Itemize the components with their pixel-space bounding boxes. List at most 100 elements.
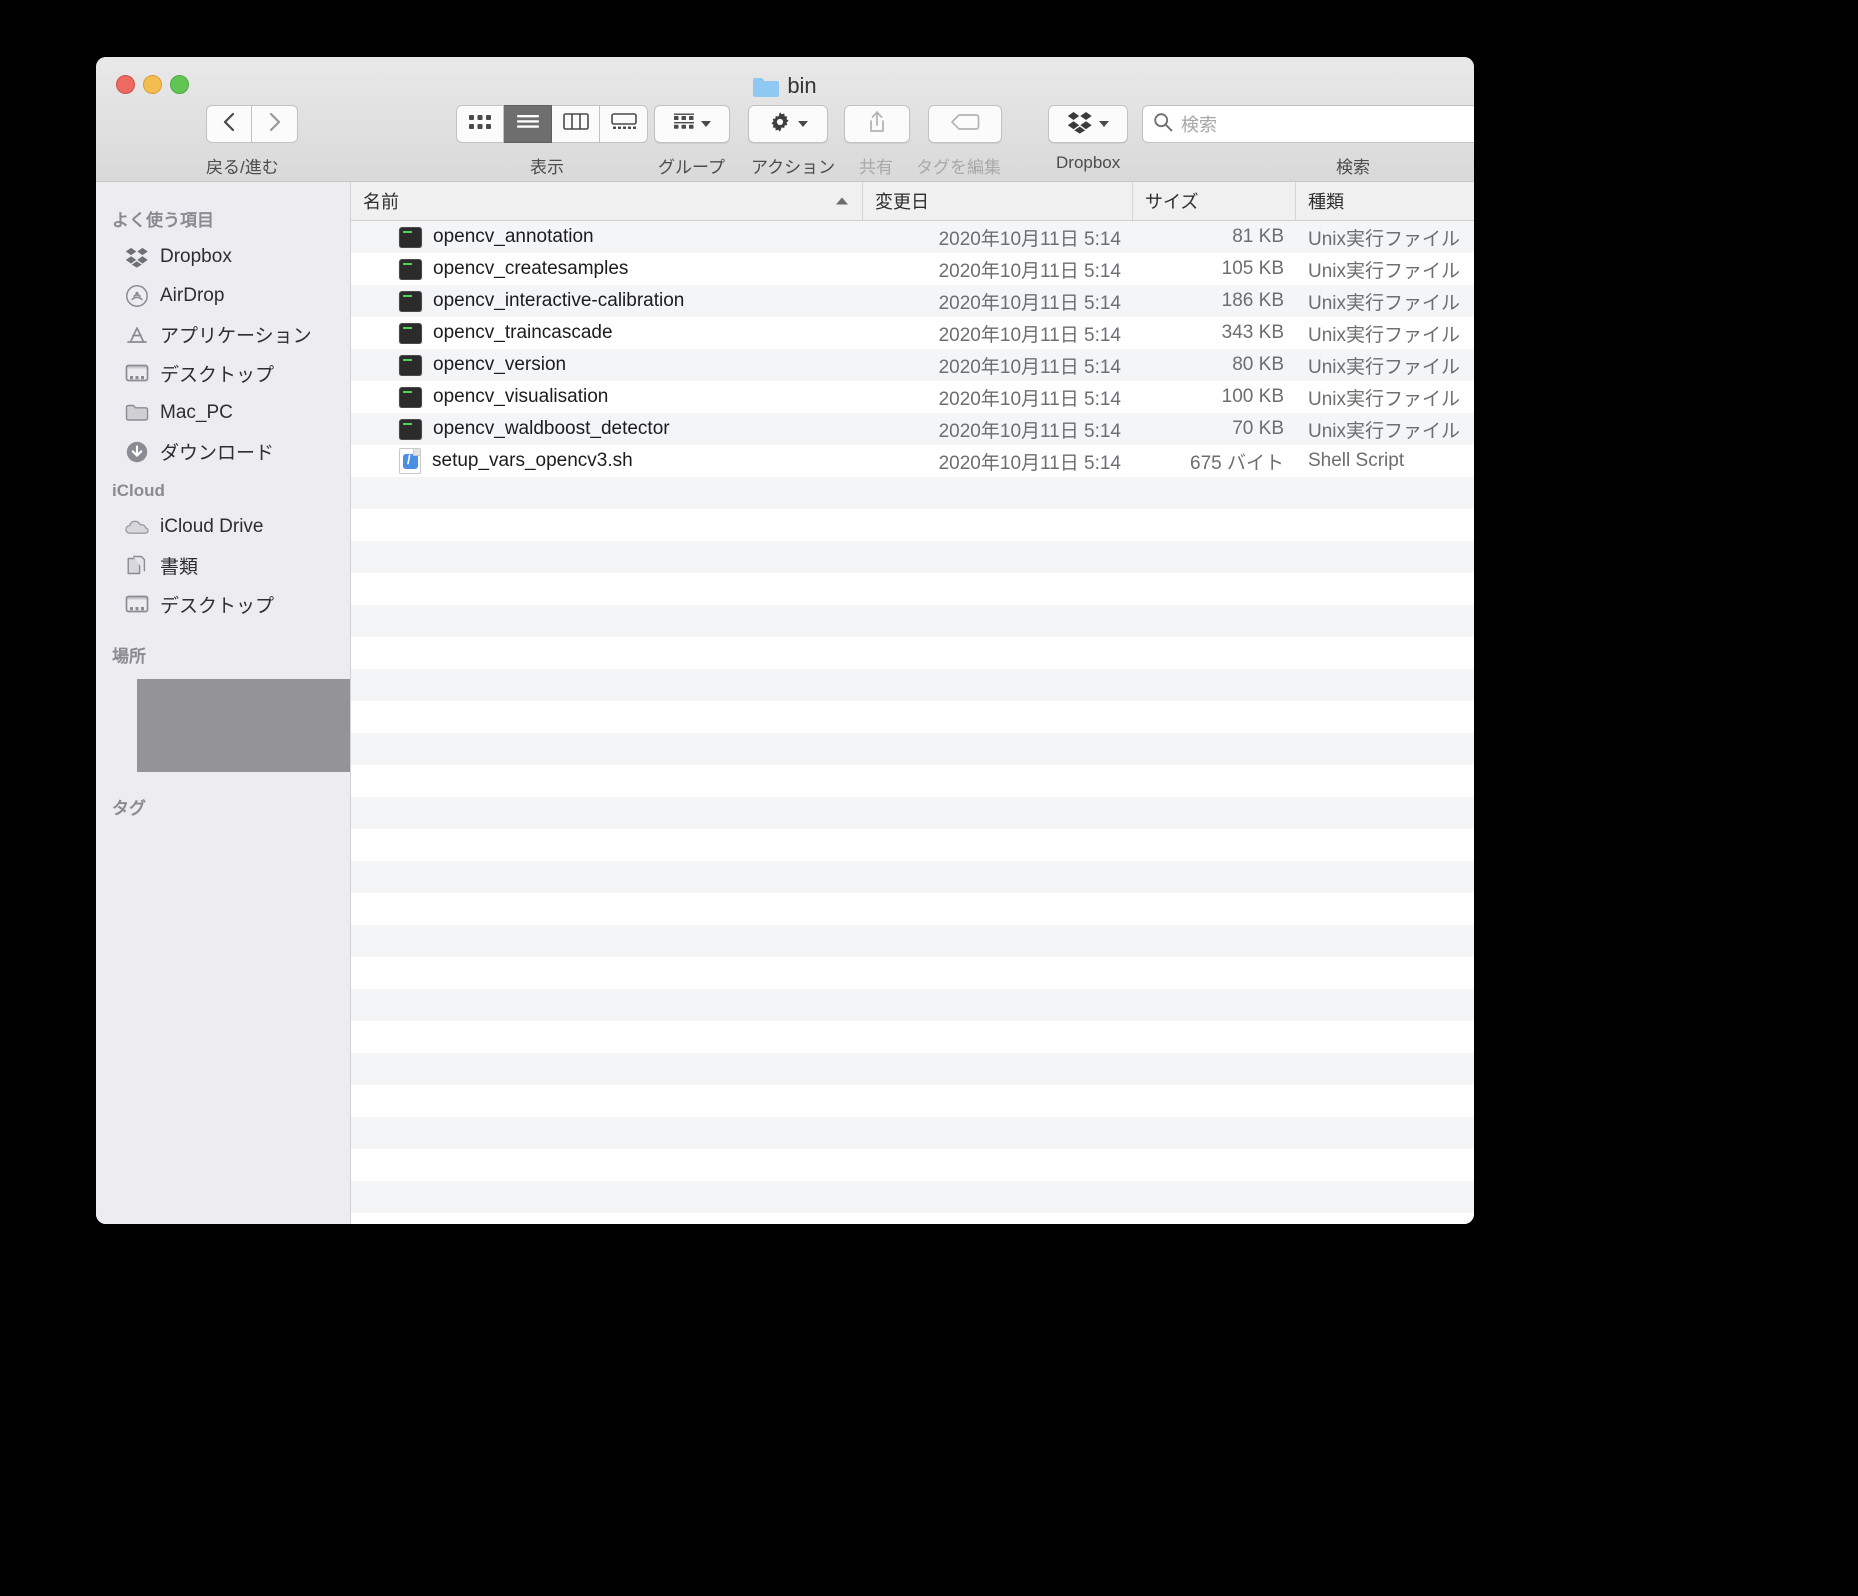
sidebar-item-documents[interactable]: 書類 bbox=[96, 546, 350, 585]
search-label: 検索 bbox=[1336, 158, 1370, 177]
unix-executable-icon bbox=[399, 354, 422, 376]
tags-label: タグを編集 bbox=[916, 158, 1001, 177]
search-placeholder: 検索 bbox=[1181, 115, 1217, 135]
group-button[interactable] bbox=[654, 105, 730, 143]
window-title: bin bbox=[96, 73, 1474, 99]
gallery-view-button[interactable] bbox=[600, 105, 648, 143]
file-date-cell: 2020年10月11日 5:14 bbox=[938, 228, 1121, 250]
file-name-text: opencv_annotation bbox=[433, 226, 594, 247]
file-size-cell: 343 KB bbox=[1221, 322, 1284, 343]
file-name-cell: opencv_interactive-calibration bbox=[351, 290, 863, 312]
table-row[interactable]: opencv_interactive-calibration 2020年10月11… bbox=[351, 285, 1474, 317]
file-name-text: opencv_createsamples bbox=[433, 258, 629, 279]
file-kind-cell: Unix実行ファイル bbox=[1308, 260, 1461, 282]
downloads-icon bbox=[124, 439, 150, 465]
empty-row bbox=[351, 989, 1474, 1021]
file-name-cell: setup_vars_opencv3.sh bbox=[351, 448, 863, 474]
sidebar-item-label: 書類 bbox=[160, 557, 199, 578]
file-name-text: opencv_traincascade bbox=[433, 322, 613, 343]
file-size-cell: 81 KB bbox=[1232, 226, 1284, 247]
empty-row bbox=[351, 573, 1474, 605]
window-title-text: bin bbox=[787, 73, 817, 98]
empty-row bbox=[351, 829, 1474, 861]
sidebar-item-desktop-icloud[interactable]: デスクトップ bbox=[96, 585, 350, 624]
file-name-text: opencv_waldboost_detector bbox=[433, 418, 670, 439]
unix-executable-icon bbox=[399, 386, 422, 408]
sidebar-section-favorites: よく使う項目 bbox=[112, 211, 214, 230]
sidebar-item-dropbox[interactable]: Dropbox bbox=[96, 237, 350, 276]
unix-executable-icon bbox=[399, 322, 422, 344]
file-kind-cell: Unix実行ファイル bbox=[1308, 324, 1461, 346]
icon-view-icon bbox=[468, 114, 492, 135]
empty-row bbox=[351, 477, 1474, 509]
sidebar-item-label: Dropbox bbox=[160, 245, 232, 267]
icon-view-button[interactable] bbox=[456, 105, 504, 143]
gallery-view-icon bbox=[610, 113, 637, 135]
file-date-cell: 2020年10月11日 5:14 bbox=[938, 452, 1121, 474]
sidebar-section-tags: タグ bbox=[112, 799, 146, 818]
empty-row bbox=[351, 541, 1474, 573]
action-button[interactable] bbox=[748, 105, 828, 143]
file-kind-cell: Unix実行ファイル bbox=[1308, 292, 1461, 314]
share-icon bbox=[867, 110, 887, 139]
sidebar-section-locations: 場所 bbox=[112, 647, 146, 666]
unix-executable-icon bbox=[399, 290, 422, 312]
file-date-cell: 2020年10月11日 5:14 bbox=[938, 420, 1121, 442]
sidebar-item-mac-pc[interactable]: Mac_PC bbox=[96, 393, 350, 432]
table-row[interactable]: opencv_waldboost_detector 2020年10月11日 5:1… bbox=[351, 413, 1474, 445]
sidebar-item-airdrop[interactable]: AirDrop bbox=[96, 276, 350, 315]
dropbox-button[interactable] bbox=[1048, 105, 1128, 143]
sidebar-section-icloud: iCloud bbox=[112, 481, 165, 500]
column-view-button[interactable] bbox=[552, 105, 600, 143]
table-row[interactable]: opencv_createsamples 2020年10月11日 5:14 105 … bbox=[351, 253, 1474, 285]
file-name-cell: opencv_version bbox=[351, 354, 863, 376]
file-name-text: setup_vars_opencv3.sh bbox=[432, 450, 633, 471]
sidebar-item-desktop[interactable]: デスクトップ bbox=[96, 354, 350, 393]
chevron-right-icon bbox=[268, 111, 282, 138]
sidebar-item-label: Mac_PC bbox=[160, 401, 233, 423]
table-row[interactable]: setup_vars_opencv3.sh 2020年10月11日 5:14 675… bbox=[351, 445, 1474, 477]
empty-row bbox=[351, 1021, 1474, 1053]
file-kind-cell: Unix実行ファイル bbox=[1308, 228, 1461, 250]
file-name-cell: opencv_traincascade bbox=[351, 322, 863, 344]
tag-icon bbox=[950, 112, 980, 137]
column-header-kind[interactable]: 種類 bbox=[1296, 182, 1474, 220]
unix-executable-icon bbox=[399, 226, 422, 248]
list-view-button[interactable] bbox=[504, 105, 552, 143]
file-size-cell: 186 KB bbox=[1221, 290, 1284, 311]
column-header-name[interactable]: 名前 bbox=[351, 182, 863, 220]
forward-button[interactable] bbox=[252, 105, 298, 143]
empty-row bbox=[351, 765, 1474, 797]
share-button[interactable] bbox=[844, 105, 910, 143]
sidebar-item-applications[interactable]: アプリケーション bbox=[96, 315, 350, 354]
sidebar-item-icloud-drive[interactable]: iCloud Drive bbox=[96, 507, 350, 546]
unix-executable-icon bbox=[399, 258, 422, 280]
dropbox-label: Dropbox bbox=[1056, 153, 1121, 172]
airdrop-icon bbox=[124, 283, 150, 309]
column-header-date[interactable]: 変更日 bbox=[863, 182, 1133, 220]
table-row[interactable]: opencv_version 2020年10月11日 5:14 80 KB Unix実… bbox=[351, 349, 1474, 381]
file-date-cell: 2020年10月11日 5:14 bbox=[938, 388, 1121, 410]
sidebar-item-label: AirDrop bbox=[160, 284, 225, 306]
folder-icon bbox=[124, 400, 150, 426]
empty-row bbox=[351, 1181, 1474, 1213]
shell-script-icon bbox=[399, 448, 421, 474]
sidebar-item-downloads[interactable]: ダウンロード bbox=[96, 432, 350, 471]
gear-icon bbox=[768, 110, 792, 139]
search-field[interactable]: 検索 bbox=[1142, 105, 1474, 143]
window-titlebar: bin 検索 戻る/進む 表示 グループ アクション 共有 タグを編集 Drop… bbox=[96, 57, 1474, 182]
table-row[interactable]: opencv_visualisation 2020年10月11日 5:14 100 … bbox=[351, 381, 1474, 413]
chevron-left-icon bbox=[222, 111, 236, 138]
column-header-size[interactable]: サイズ bbox=[1133, 182, 1296, 220]
window-body: よく使う項目 Dropbox AirDrop アプリケーション デスクトップ M… bbox=[96, 182, 1474, 1224]
file-size-cell: 105 KB bbox=[1221, 258, 1284, 279]
sidebar[interactable]: よく使う項目 Dropbox AirDrop アプリケーション デスクトップ M… bbox=[96, 182, 351, 1224]
edit-tags-button[interactable] bbox=[928, 105, 1002, 143]
table-row[interactable]: opencv_annotation 2020年10月11日 5:14 81 KB Un… bbox=[351, 221, 1474, 253]
sidebar-item-label: ダウンロード bbox=[160, 443, 275, 464]
table-row[interactable]: opencv_traincascade 2020年10月11日 5:14 343 K… bbox=[351, 317, 1474, 349]
finder-window: bin 検索 戻る/進む 表示 グループ アクション 共有 タグを編集 Drop… bbox=[96, 57, 1474, 1224]
desktop-icon bbox=[124, 592, 150, 618]
back-button[interactable] bbox=[206, 105, 252, 143]
file-size-cell: 100 KB bbox=[1221, 386, 1284, 407]
